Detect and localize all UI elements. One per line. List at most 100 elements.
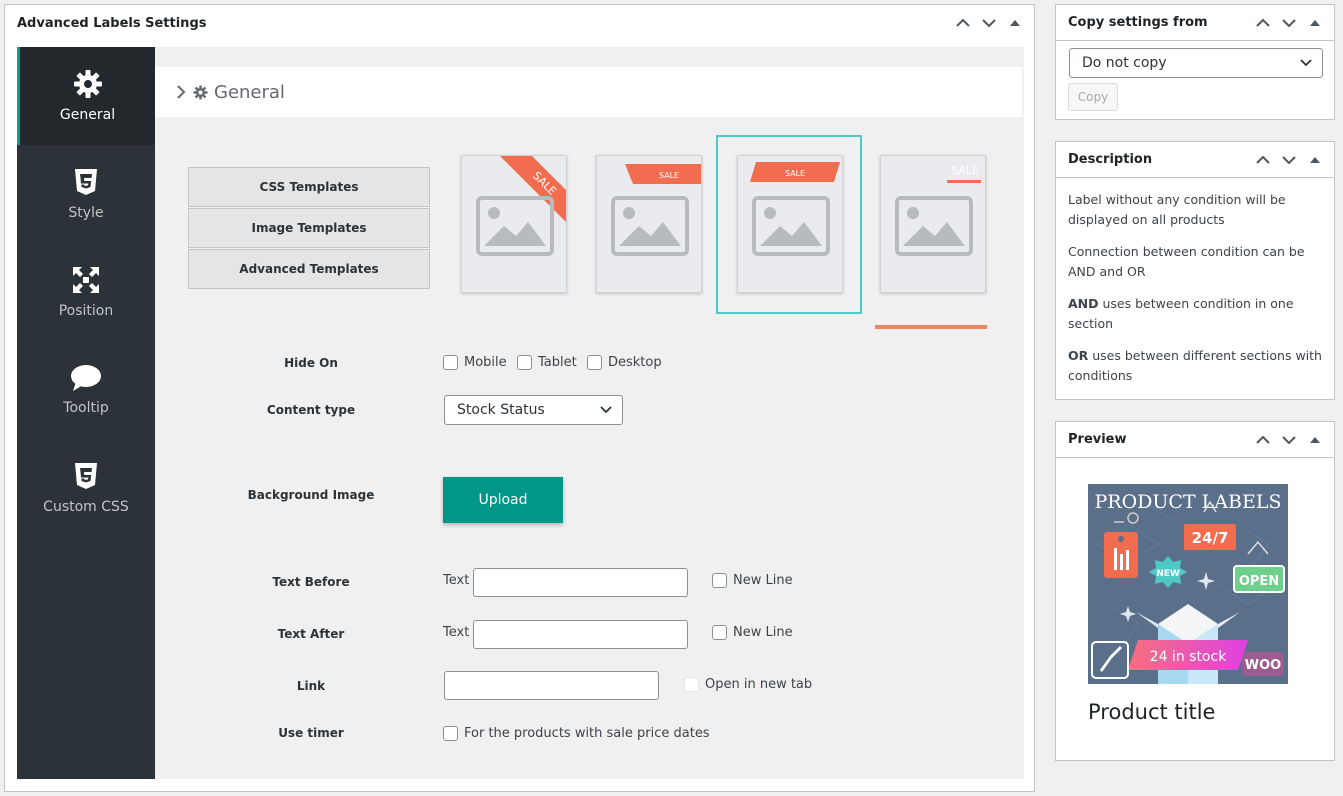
css3-icon: [75, 169, 97, 195]
copy-from-select[interactable]: Do not copy: [1069, 48, 1323, 78]
sale-badge-text: SALE: [951, 164, 979, 177]
sidebar-item-label: Position: [58, 303, 114, 319]
upload-button[interactable]: Upload: [443, 477, 563, 523]
checkbox-label: Open in new tab: [705, 677, 813, 692]
link-input[interactable]: [444, 671, 659, 700]
checkbox-label: For the products with sale price dates: [464, 726, 710, 741]
hide-tablet-checkbox[interactable]: Tablet: [517, 355, 577, 370]
badge-open-text: OPEN: [1239, 574, 1279, 589]
collapse-toggle-icon[interactable]: [1304, 149, 1326, 171]
move-down-icon[interactable]: [1278, 429, 1300, 451]
use-timer-label: Use timer: [278, 726, 344, 740]
collapse-toggle-icon[interactable]: [1004, 12, 1026, 34]
sidebar-item-custom-css[interactable]: Custom CSS: [17, 439, 155, 537]
description-paragraph: Connection between condition can be AND …: [1068, 244, 1305, 279]
hide-on-label: Hide On: [284, 356, 338, 370]
description-box: Description Label without any condition …: [1055, 141, 1335, 400]
checkbox-box[interactable]: [712, 625, 727, 640]
template-thumbnail[interactable]: SALE: [880, 155, 986, 293]
checkbox-label: Tablet: [538, 355, 577, 370]
settings-sidebar: General Style Position Tooltip Custom CS…: [17, 47, 155, 779]
checkbox-box[interactable]: [587, 355, 602, 370]
description-paragraph: AND uses between condition in one sectio…: [1068, 294, 1322, 334]
text-before-new-line-checkbox[interactable]: New Line: [712, 573, 793, 588]
sidebar-item-label: Style: [68, 205, 104, 221]
arrows-expand-icon: [73, 267, 99, 293]
tab-image-templates[interactable]: Image Templates: [188, 208, 430, 248]
description-body: Label without any condition will be disp…: [1056, 178, 1334, 386]
product-preview-image: PRODUCT LABELS 24/7 NEW OPEN 24 in stock…: [1088, 484, 1288, 684]
sidebar-item-label: Custom CSS: [43, 499, 129, 515]
tab-advanced-templates[interactable]: Advanced Templates: [188, 249, 430, 289]
or-explanation: uses between different sections with con…: [1068, 348, 1322, 383]
tab-css-templates[interactable]: CSS Templates: [188, 167, 430, 207]
sidebar-item-label: General: [59, 107, 116, 123]
content-type-label: Content type: [266, 403, 356, 417]
checkbox-box[interactable]: [443, 355, 458, 370]
hide-desktop-checkbox[interactable]: Desktop: [587, 355, 662, 370]
main-box-header: Advanced Labels Settings: [5, 5, 1034, 41]
use-timer-checkbox[interactable]: For the products with sale price dates: [443, 726, 710, 741]
checkbox-label: New Line: [733, 625, 793, 640]
text-after-label: Text After: [277, 627, 345, 641]
section-title: General: [214, 81, 285, 103]
move-up-icon[interactable]: [1252, 12, 1274, 34]
scroll-indicator[interactable]: [875, 325, 987, 329]
product-title: Product title: [1088, 700, 1216, 724]
move-up-icon[interactable]: [1252, 429, 1274, 451]
preview-heading: PRODUCT LABELS: [1095, 491, 1282, 513]
checkbox-box[interactable]: [517, 355, 532, 370]
checkbox-box[interactable]: [712, 573, 727, 588]
text-before-prefix: Text: [443, 573, 470, 588]
move-up-icon[interactable]: [1252, 149, 1274, 171]
move-up-icon[interactable]: [952, 12, 974, 34]
template-thumbnail[interactable]: SALE: [596, 155, 702, 293]
text-after-prefix: Text: [443, 625, 470, 640]
or-keyword: OR: [1068, 348, 1089, 363]
description-paragraph: OR uses between different sections with …: [1068, 346, 1322, 386]
content-type-select[interactable]: Stock Status: [444, 395, 623, 425]
woo-logo-text: WOO: [1245, 658, 1281, 673]
description-box-header: Description: [1056, 142, 1334, 178]
image-placeholder-icon: [752, 196, 830, 256]
checkbox-box[interactable]: [684, 677, 699, 692]
badge-new-text: NEW: [1156, 569, 1180, 579]
move-down-icon[interactable]: [1278, 149, 1300, 171]
preview-box: Preview PRODUCT LABELS 24/7 NEW OPEN 24 …: [1055, 421, 1335, 761]
sidebar-item-style[interactable]: Style: [17, 145, 155, 243]
template-thumbnail-selected[interactable]: SALE: [737, 155, 843, 293]
image-placeholder-icon: [611, 196, 689, 256]
preview-box-title: Preview: [1068, 432, 1127, 447]
copy-box-header: Copy settings from: [1056, 5, 1334, 41]
copy-button[interactable]: Copy: [1068, 83, 1118, 111]
and-keyword: AND: [1068, 296, 1099, 311]
text-before-label: Text Before: [272, 575, 350, 589]
template-thumbnail[interactable]: SALE: [461, 155, 567, 293]
text-after-new-line-checkbox[interactable]: New Line: [712, 625, 793, 640]
move-down-icon[interactable]: [1278, 12, 1300, 34]
move-down-icon[interactable]: [978, 12, 1000, 34]
speech-bubble-icon: [71, 365, 101, 391]
preview-box-header: Preview: [1056, 422, 1334, 458]
open-in-new-tab-checkbox[interactable]: Open in new tab: [684, 677, 812, 692]
sidebar-item-position[interactable]: Position: [17, 243, 155, 341]
copy-box-title: Copy settings from: [1068, 15, 1208, 30]
gear-icon: [193, 85, 208, 99]
text-after-input[interactable]: [473, 620, 688, 649]
sale-badge-text: SALE: [659, 171, 679, 180]
template-tabs: CSS Templates Image Templates Advanced T…: [188, 167, 430, 290]
section-header[interactable]: General: [155, 67, 1022, 117]
advanced-labels-settings-box: Advanced Labels Settings General Style P…: [4, 4, 1035, 792]
chevron-down-icon: [600, 406, 612, 414]
description-paragraph: Label without any condition will be disp…: [1068, 192, 1286, 227]
hide-mobile-checkbox[interactable]: Mobile: [443, 355, 507, 370]
checkbox-label: Desktop: [608, 355, 662, 370]
link-label: Link: [296, 679, 326, 693]
sidebar-item-general[interactable]: General: [17, 47, 155, 145]
sidebar-item-tooltip[interactable]: Tooltip: [17, 341, 155, 439]
collapse-toggle-icon[interactable]: [1304, 12, 1326, 34]
text-before-input[interactable]: [473, 568, 688, 597]
checkbox-box[interactable]: [443, 726, 458, 741]
collapse-toggle-icon[interactable]: [1304, 429, 1326, 451]
settings-wrapper: General Style Position Tooltip Custom CS…: [17, 47, 1024, 779]
